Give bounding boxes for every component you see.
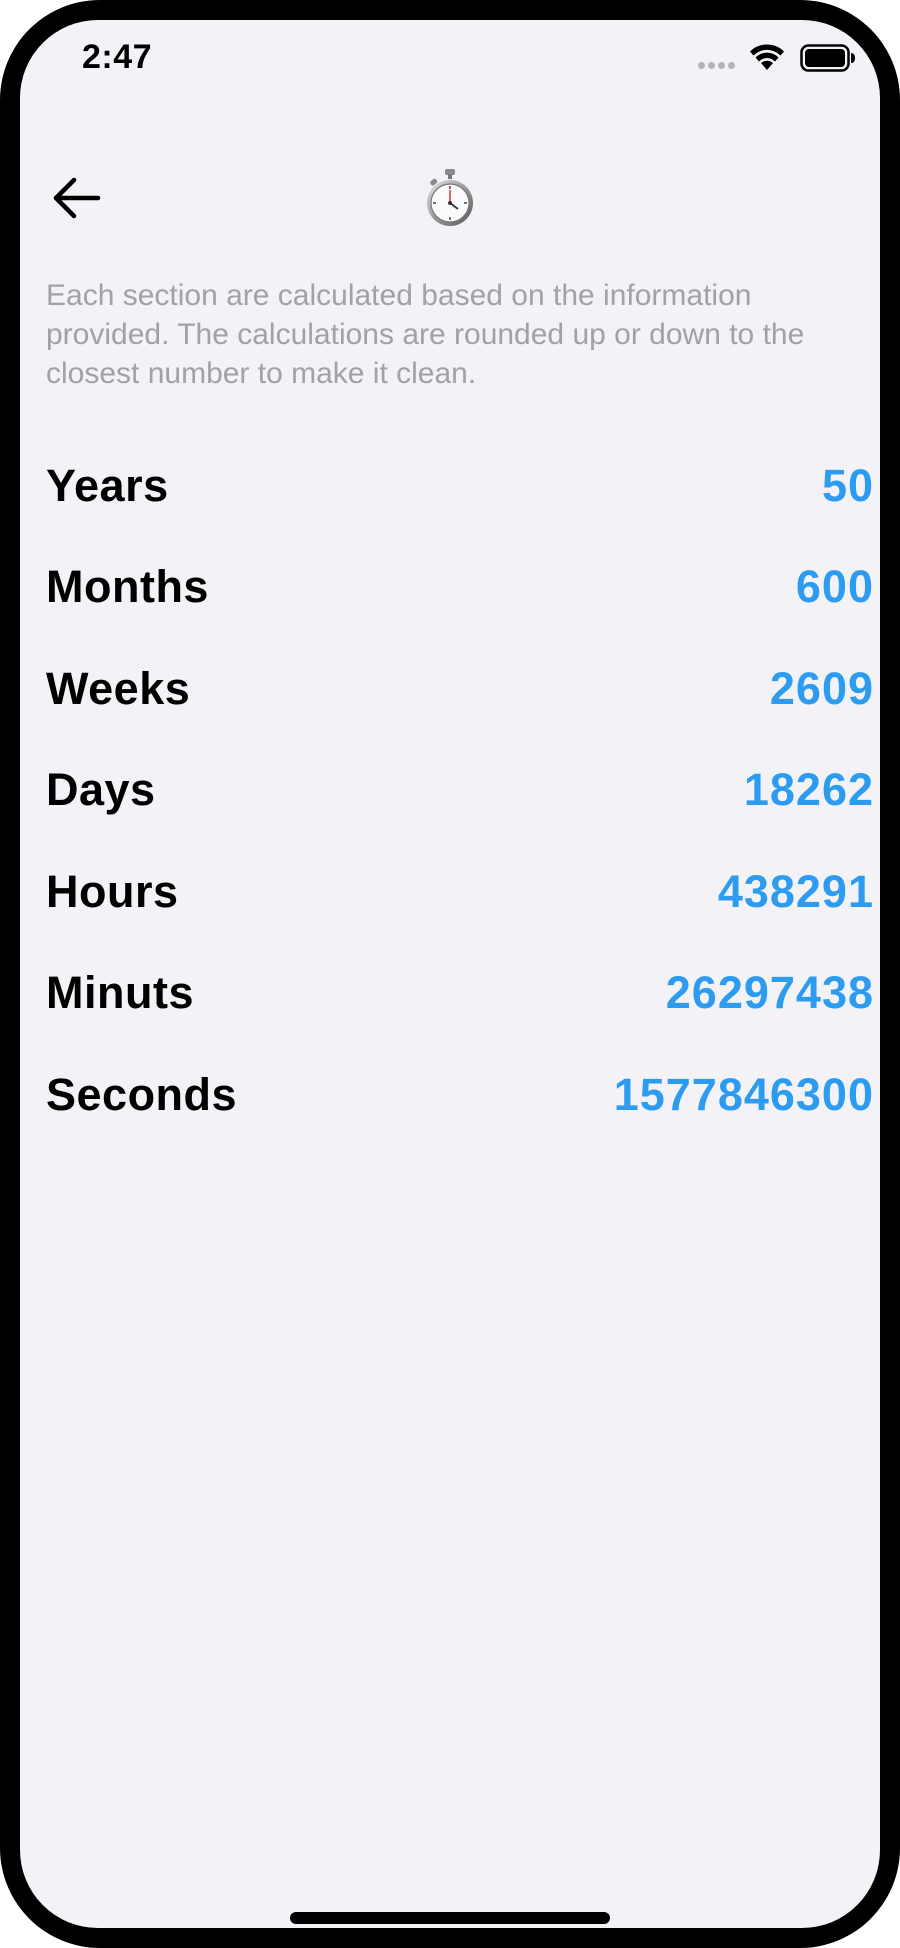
row-hours: Hours 438291 — [46, 841, 874, 943]
row-value: 18262 — [743, 764, 874, 816]
stopwatch-icon — [427, 169, 473, 226]
row-label: Days — [46, 764, 156, 816]
row-minutes: Minuts 26297438 — [46, 943, 874, 1045]
arrow-left-icon — [53, 177, 101, 219]
cellular-signal-icon — [698, 60, 738, 70]
battery-icon — [800, 44, 855, 72]
row-label: Hours — [46, 865, 179, 917]
device-frame: 2:47 Each section are calculated based o… — [0, 0, 900, 1948]
row-label: Weeks — [46, 662, 191, 714]
row-months: Months 600 — [46, 537, 874, 639]
row-value: 2609 — [769, 662, 874, 714]
description-text: Each section are calculated based on the… — [46, 279, 805, 390]
row-value: 26297438 — [665, 967, 874, 1019]
row-value: 438291 — [717, 865, 874, 917]
status-time: 2:47 — [82, 38, 153, 76]
home-indicator[interactable] — [290, 1912, 610, 1924]
row-days: Days 18262 — [46, 740, 874, 842]
status-bar: 2:47 — [20, 20, 880, 100]
row-value: 600 — [795, 561, 874, 613]
row-label: Seconds — [46, 1068, 238, 1120]
nav-bar — [20, 140, 880, 240]
row-seconds: Seconds 1577846300 — [46, 1044, 874, 1146]
wifi-icon — [750, 44, 784, 70]
row-value: 50 — [821, 459, 874, 511]
row-years: Years 50 — [46, 435, 874, 537]
row-label: Years — [46, 459, 169, 511]
screen: 2:47 Each section are calculated based o… — [20, 20, 880, 1928]
row-value: 1577846300 — [613, 1068, 874, 1120]
row-weeks: Weeks 2609 — [46, 638, 874, 740]
time-breakdown-list: Years 50 Months 600 Weeks 2609 Days 1826… — [46, 435, 874, 1146]
row-label: Minuts — [46, 967, 194, 1019]
row-label: Months — [46, 561, 209, 613]
back-button[interactable] — [48, 170, 104, 226]
